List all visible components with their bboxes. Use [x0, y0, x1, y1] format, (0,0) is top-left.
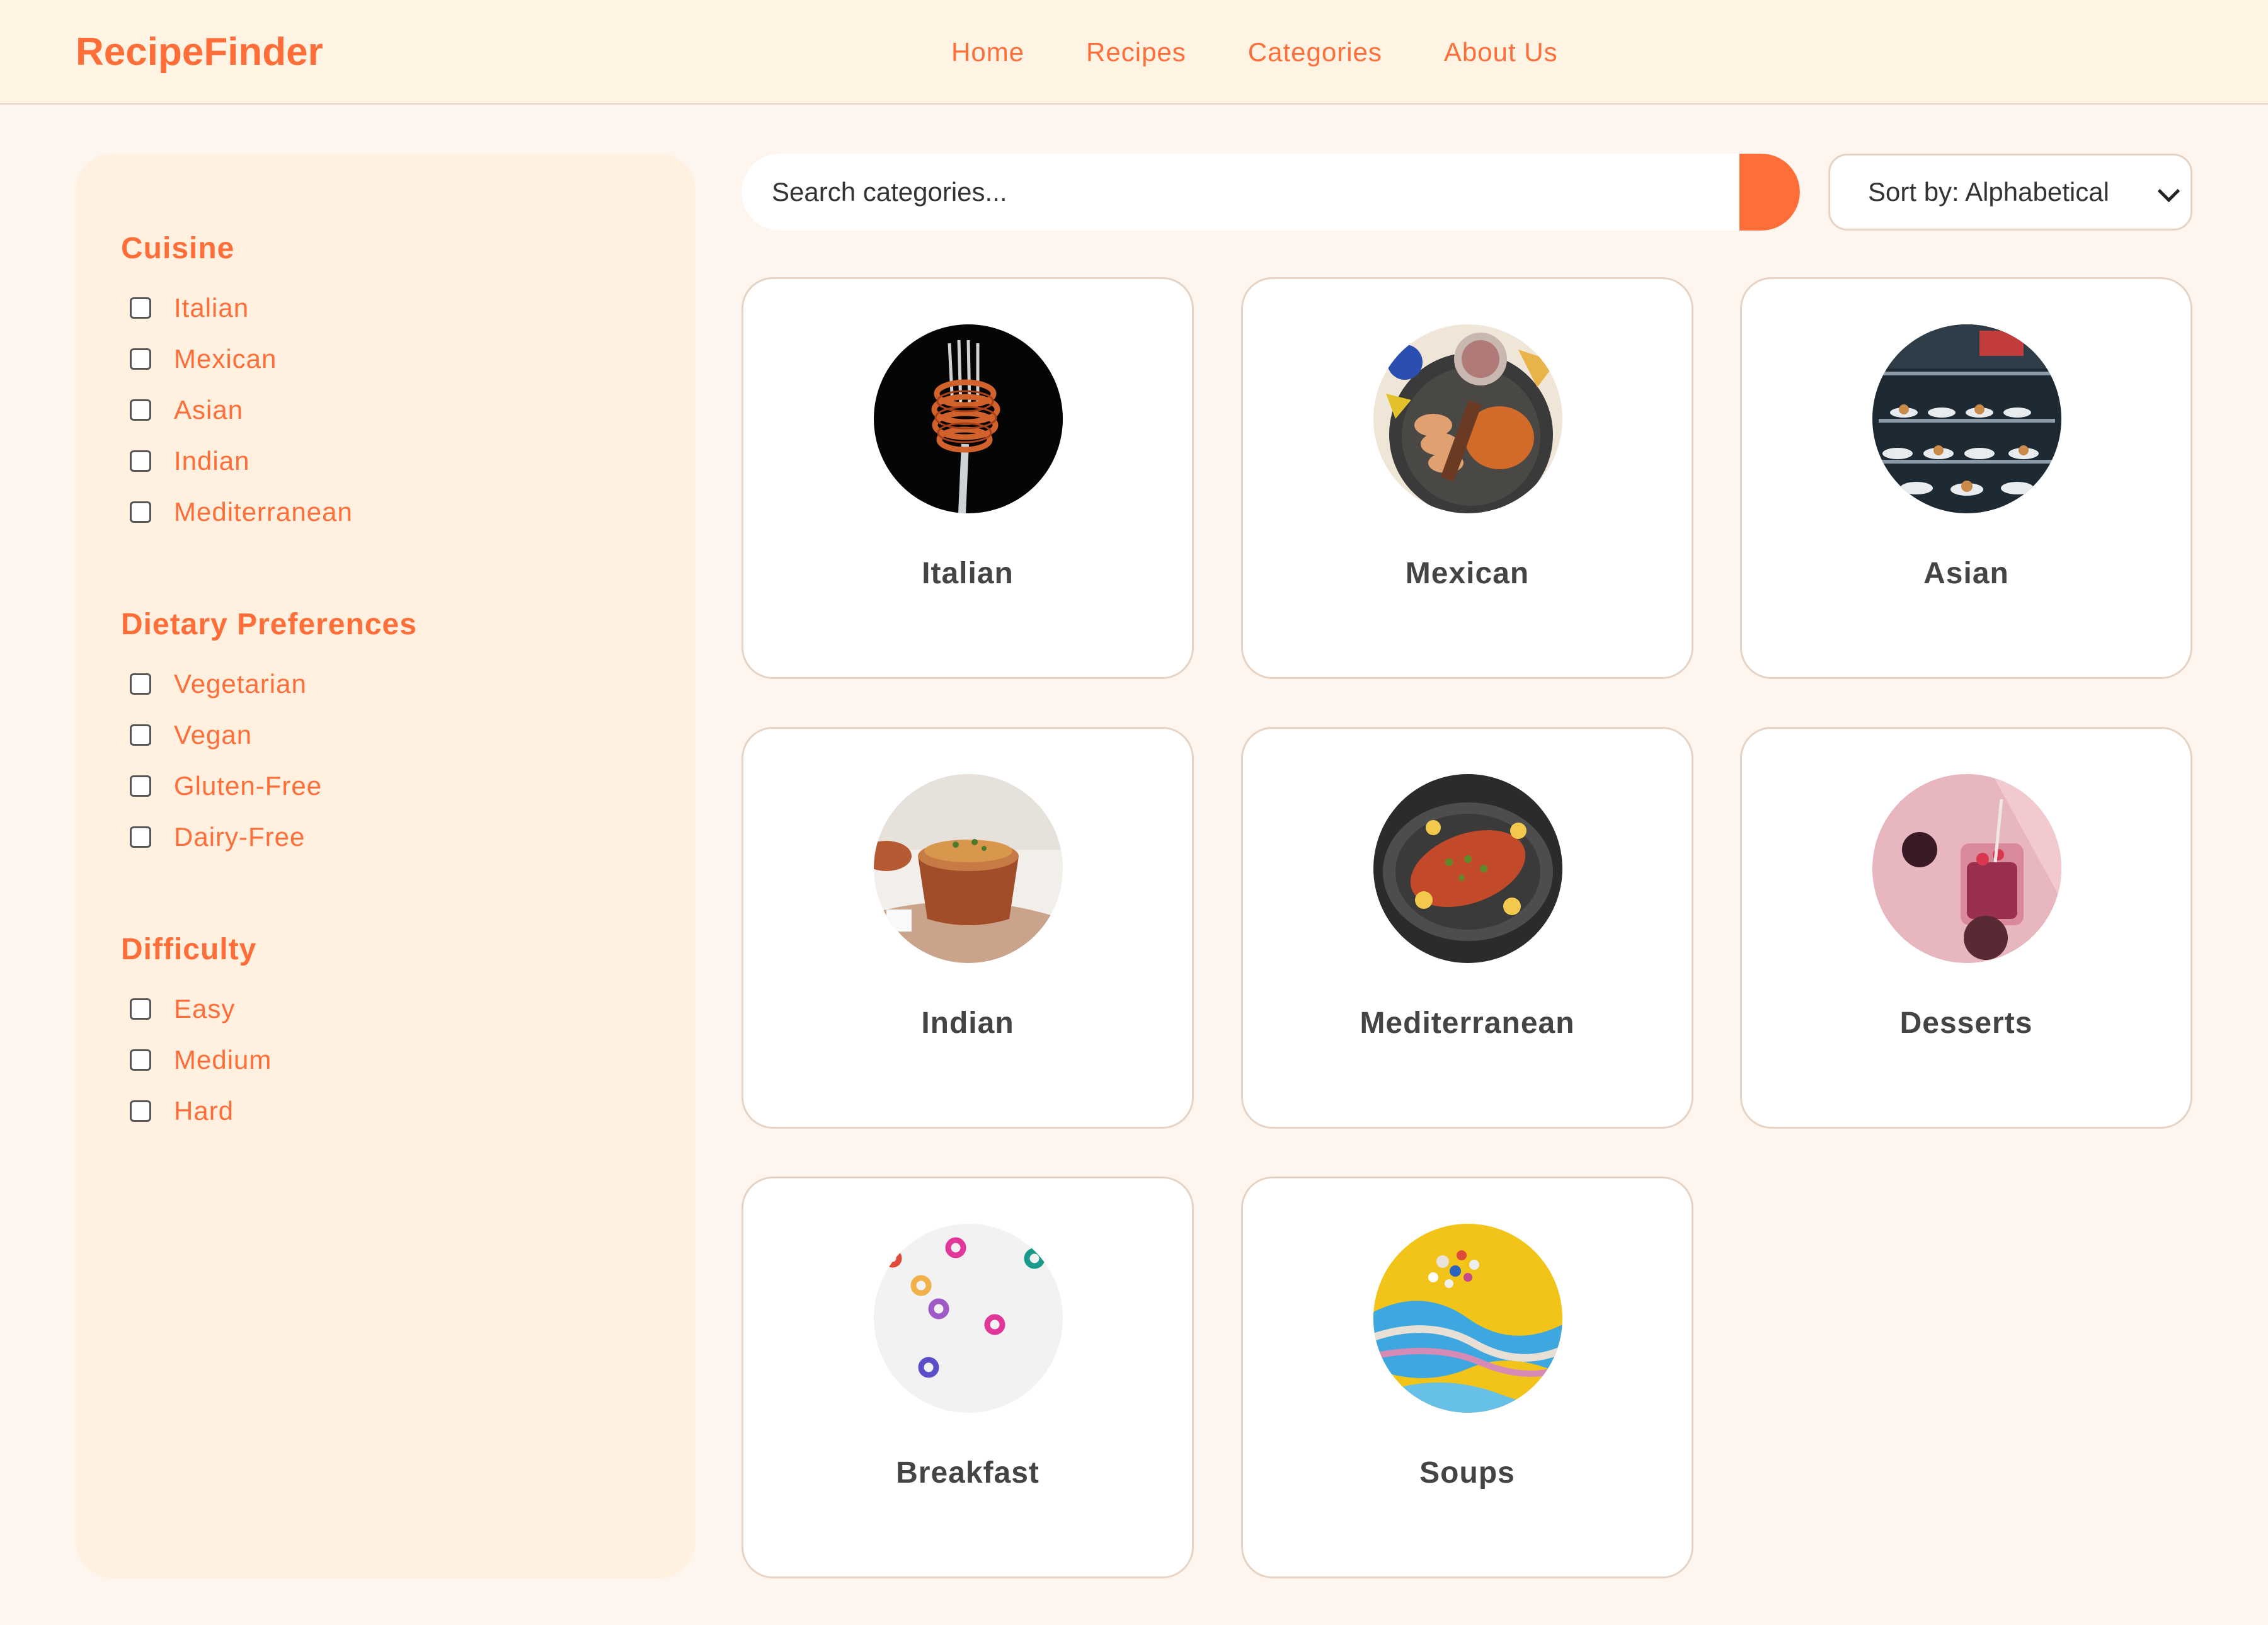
- asian-food-display-photo: [1872, 324, 2061, 513]
- checkbox[interactable]: [130, 1100, 151, 1122]
- biryani-pot-photo: [874, 774, 1063, 963]
- filter-option-label: Dairy-Free: [174, 821, 306, 852]
- checkbox[interactable]: [130, 297, 151, 319]
- filter-option-medium[interactable]: Medium: [121, 1034, 272, 1085]
- stuffed-fish-pan-photo: [1373, 774, 1562, 963]
- checkbox[interactable]: [130, 826, 151, 848]
- checkbox[interactable]: [130, 998, 151, 1020]
- filter-option-mediterranean[interactable]: Mediterranean: [121, 486, 353, 537]
- category-name: Italian: [922, 557, 1014, 590]
- mexican-platter-photo: [1373, 324, 1562, 513]
- category-name: Indian: [921, 1006, 1014, 1040]
- nav-link-about-us[interactable]: About Us: [1444, 37, 1558, 67]
- category-name: Soups: [1419, 1456, 1515, 1490]
- sort-selected-value: Sort by: Alphabetical: [1868, 177, 2109, 207]
- filter-option-label: Asian: [174, 394, 244, 425]
- filter-option-label: Mediterranean: [174, 496, 353, 527]
- chevron-down-icon: [2157, 180, 2180, 203]
- filter-group-title: Cuisine: [121, 232, 235, 265]
- category-name: Mediterranean: [1360, 1006, 1575, 1040]
- filter-option-gluten-free[interactable]: Gluten-Free: [121, 760, 417, 811]
- category-name: Asian: [1923, 557, 2009, 590]
- checkbox[interactable]: [130, 673, 151, 695]
- filter-option-asian[interactable]: Asian: [121, 384, 353, 435]
- category-name: Breakfast: [896, 1456, 1040, 1490]
- category-name: Mexican: [1405, 557, 1530, 590]
- filter-option-hard[interactable]: Hard: [121, 1085, 272, 1136]
- category-name: Desserts: [1899, 1006, 2033, 1040]
- category-card-mediterranean[interactable]: Mediterranean: [1241, 727, 1693, 1129]
- search-input[interactable]: [742, 154, 1737, 231]
- filter-option-label: Mexican: [174, 343, 277, 373]
- filter-sidebar: Cuisine Italian Mexican Asian Indian Med…: [76, 154, 696, 1578]
- top-navigation-bar: RecipeFinder Home Recipes Categories Abo…: [0, 0, 2268, 105]
- checkbox[interactable]: [130, 348, 151, 370]
- filter-option-italian[interactable]: Italian: [121, 282, 353, 333]
- filter-group-cuisine: Cuisine Italian Mexican Asian Indian Med…: [121, 227, 353, 537]
- category-card-asian[interactable]: Asian: [1740, 277, 2192, 679]
- filter-option-label: Easy: [174, 993, 236, 1023]
- filter-option-label: Gluten-Free: [174, 770, 323, 801]
- filter-group-difficulty: Difficulty Easy Medium Hard: [121, 928, 272, 1136]
- filter-option-label: Indian: [174, 445, 250, 476]
- checkbox[interactable]: [130, 724, 151, 746]
- checkbox[interactable]: [130, 399, 151, 421]
- pink-drink-photo: [1872, 774, 2061, 963]
- colorful-swirl-photo: [1373, 1224, 1562, 1413]
- category-card-mexican[interactable]: Mexican: [1241, 277, 1693, 679]
- filter-option-label: Italian: [174, 292, 249, 322]
- filter-option-indian[interactable]: Indian: [121, 435, 353, 486]
- checkbox[interactable]: [130, 1049, 151, 1071]
- nav-link-home[interactable]: Home: [951, 37, 1024, 67]
- search-button[interactable]: [1739, 154, 1800, 231]
- search-bar: [742, 154, 1800, 231]
- category-card-italian[interactable]: Italian: [742, 277, 1194, 679]
- filter-option-label: Vegetarian: [174, 668, 307, 698]
- filter-option-label: Medium: [174, 1044, 272, 1075]
- filter-option-vegan[interactable]: Vegan: [121, 709, 417, 760]
- checkbox[interactable]: [130, 450, 151, 472]
- checkbox[interactable]: [130, 775, 151, 797]
- filter-group-dietary: Dietary Preferences Vegetarian Vegan Glu…: [121, 603, 417, 862]
- filter-option-label: Hard: [174, 1095, 234, 1126]
- sort-select[interactable]: Sort by: Alphabetical: [1828, 154, 2192, 231]
- filter-option-vegetarian[interactable]: Vegetarian: [121, 658, 417, 709]
- site-logo[interactable]: RecipeFinder: [76, 0, 323, 105]
- nav-link-recipes[interactable]: Recipes: [1086, 37, 1186, 67]
- cereal-rings-photo: [874, 1224, 1063, 1413]
- category-card-indian[interactable]: Indian: [742, 727, 1194, 1129]
- filter-option-easy[interactable]: Easy: [121, 983, 272, 1034]
- checkbox[interactable]: [130, 501, 151, 523]
- category-card-desserts[interactable]: Desserts: [1740, 727, 2192, 1129]
- spaghetti-fork-photo: [874, 324, 1063, 513]
- filter-group-title: Dietary Preferences: [121, 608, 417, 641]
- filter-option-dairy-free[interactable]: Dairy-Free: [121, 811, 417, 862]
- filter-option-mexican[interactable]: Mexican: [121, 333, 353, 384]
- filter-option-label: Vegan: [174, 719, 253, 750]
- main-nav: Home Recipes Categories About Us: [951, 0, 1620, 105]
- category-card-soups[interactable]: Soups: [1241, 1177, 1693, 1578]
- filter-group-title: Difficulty: [121, 933, 257, 966]
- category-card-breakfast[interactable]: Breakfast: [742, 1177, 1194, 1578]
- nav-link-categories[interactable]: Categories: [1248, 37, 1382, 67]
